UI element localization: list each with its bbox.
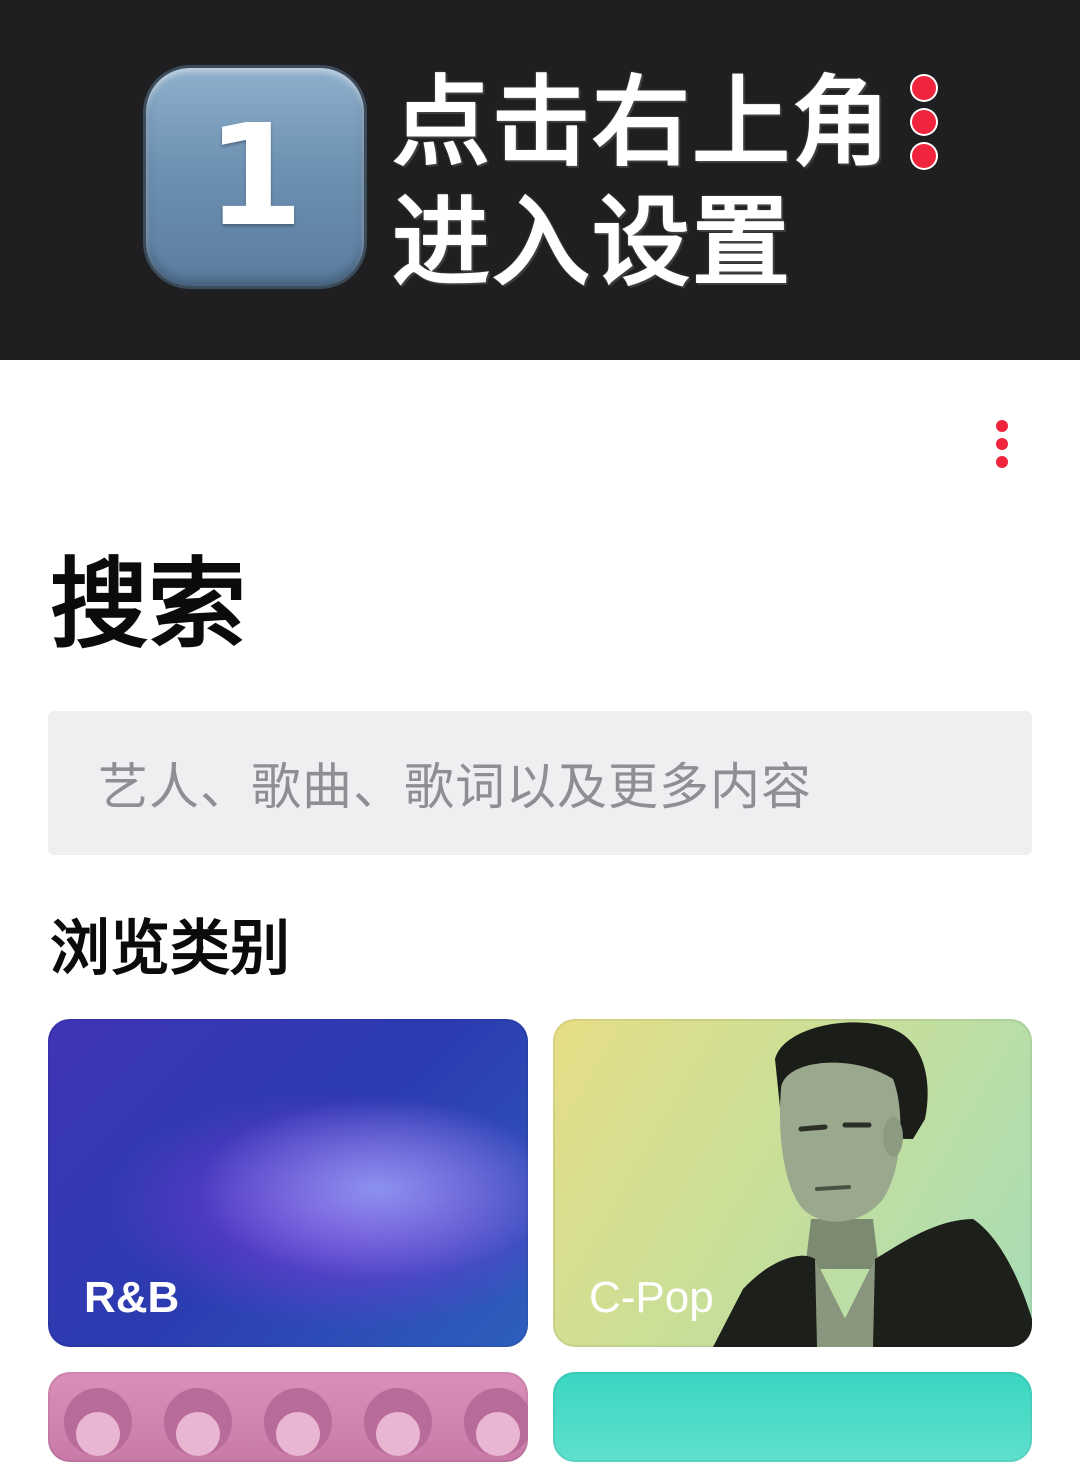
more-options-button[interactable] [980, 412, 1024, 476]
step-number-badge: 1 [146, 68, 364, 286]
vertical-ellipsis-icon [910, 72, 940, 172]
vertical-ellipsis-icon [996, 420, 1008, 432]
category-label: R&B [84, 1273, 180, 1322]
page-title: 搜索 [50, 548, 247, 662]
browse-categories-heading: 浏览类别 [50, 914, 290, 984]
category-card-3[interactable] [48, 1372, 528, 1462]
instruction-banner: 1 点击右上角 进入设置 [0, 0, 1080, 360]
artist-collage-image [64, 1388, 528, 1456]
category-card-rnb[interactable]: R&B [48, 1019, 528, 1347]
category-label: C-Pop [589, 1273, 714, 1322]
instruction-line-2: 进入设置 [392, 186, 793, 300]
step-number: 1 [206, 95, 304, 258]
search-input[interactable]: 艺人、歌曲、歌词以及更多内容 [48, 711, 1032, 855]
instruction-line-1: 点击右上角 [392, 66, 893, 180]
category-card-cpop[interactable]: C-Pop [553, 1019, 1032, 1347]
search-placeholder: 艺人、歌曲、歌词以及更多内容 [98, 758, 812, 816]
category-card-4[interactable] [553, 1372, 1032, 1462]
